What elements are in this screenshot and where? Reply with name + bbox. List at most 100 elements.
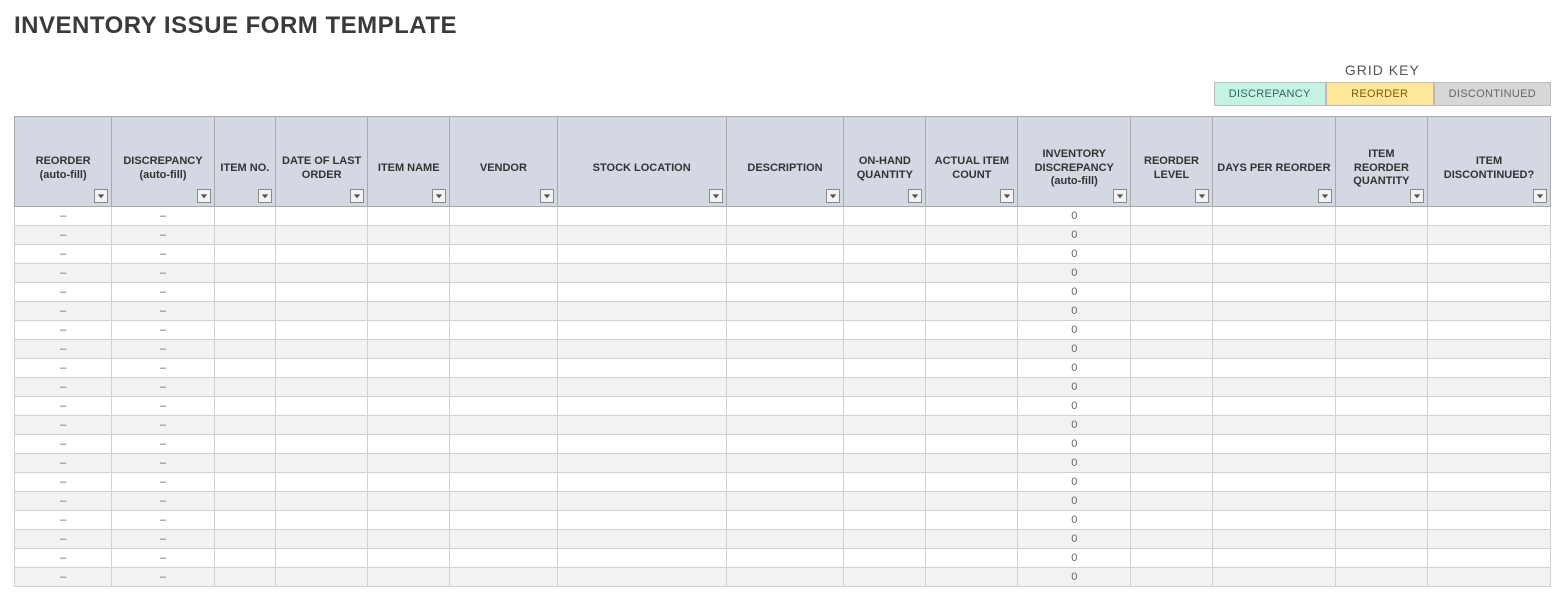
cell-stock_location[interactable] [557,435,726,454]
cell-item_no[interactable] [214,454,275,473]
cell-days_per_reorder[interactable] [1212,492,1335,511]
cell-actual_item_count[interactable] [926,511,1018,530]
cell-inv_discrepancy[interactable]: 0 [1018,473,1131,492]
column-header-on_hand_qty[interactable]: ON-HAND QUANTITY [844,117,926,207]
cell-item_name[interactable] [368,359,450,378]
cell-item_name[interactable] [368,568,450,587]
column-header-days_per_reorder[interactable]: DAYS PER REORDER [1212,117,1335,207]
cell-date_last_order[interactable] [276,454,368,473]
cell-reorder_auto[interactable]: – [15,568,112,587]
cell-item_discontinued[interactable] [1428,207,1551,226]
cell-item_name[interactable] [368,207,450,226]
cell-reorder_auto[interactable]: – [15,530,112,549]
cell-item_reorder_qty[interactable] [1335,549,1427,568]
cell-item_no[interactable] [214,245,275,264]
filter-dropdown-icon[interactable] [709,189,723,203]
cell-on_hand_qty[interactable] [844,378,926,397]
cell-date_last_order[interactable] [276,207,368,226]
cell-discrepancy_auto[interactable]: – [112,245,214,264]
cell-item_no[interactable] [214,283,275,302]
cell-days_per_reorder[interactable] [1212,549,1335,568]
cell-item_no[interactable] [214,378,275,397]
cell-discrepancy_auto[interactable]: – [112,283,214,302]
cell-stock_location[interactable] [557,207,726,226]
cell-date_last_order[interactable] [276,511,368,530]
cell-item_name[interactable] [368,530,450,549]
cell-item_no[interactable] [214,302,275,321]
cell-actual_item_count[interactable] [926,549,1018,568]
cell-item_name[interactable] [368,302,450,321]
cell-date_last_order[interactable] [276,283,368,302]
cell-actual_item_count[interactable] [926,530,1018,549]
cell-reorder_level[interactable] [1131,378,1213,397]
cell-inv_discrepancy[interactable]: 0 [1018,264,1131,283]
cell-item_reorder_qty[interactable] [1335,283,1427,302]
cell-on_hand_qty[interactable] [844,226,926,245]
filter-dropdown-icon[interactable] [1113,189,1127,203]
cell-item_no[interactable] [214,511,275,530]
cell-description[interactable] [726,416,844,435]
cell-item_reorder_qty[interactable] [1335,568,1427,587]
cell-item_no[interactable] [214,226,275,245]
cell-reorder_auto[interactable]: – [15,492,112,511]
cell-days_per_reorder[interactable] [1212,416,1335,435]
cell-actual_item_count[interactable] [926,397,1018,416]
cell-vendor[interactable] [450,492,558,511]
cell-item_no[interactable] [214,568,275,587]
cell-date_last_order[interactable] [276,549,368,568]
cell-item_discontinued[interactable] [1428,378,1551,397]
cell-vendor[interactable] [450,416,558,435]
cell-reorder_level[interactable] [1131,454,1213,473]
cell-date_last_order[interactable] [276,340,368,359]
cell-vendor[interactable] [450,283,558,302]
cell-on_hand_qty[interactable] [844,359,926,378]
cell-reorder_level[interactable] [1131,226,1213,245]
cell-item_name[interactable] [368,473,450,492]
cell-stock_location[interactable] [557,530,726,549]
cell-discrepancy_auto[interactable]: – [112,207,214,226]
cell-date_last_order[interactable] [276,416,368,435]
cell-item_discontinued[interactable] [1428,492,1551,511]
cell-reorder_level[interactable] [1131,549,1213,568]
cell-date_last_order[interactable] [276,359,368,378]
filter-dropdown-icon[interactable] [1318,189,1332,203]
cell-inv_discrepancy[interactable]: 0 [1018,454,1131,473]
cell-reorder_auto[interactable]: – [15,226,112,245]
cell-item_discontinued[interactable] [1428,454,1551,473]
cell-inv_discrepancy[interactable]: 0 [1018,435,1131,454]
cell-stock_location[interactable] [557,454,726,473]
cell-discrepancy_auto[interactable]: – [112,530,214,549]
cell-item_discontinued[interactable] [1428,359,1551,378]
cell-stock_location[interactable] [557,264,726,283]
cell-stock_location[interactable] [557,511,726,530]
cell-item_name[interactable] [368,435,450,454]
cell-item_name[interactable] [368,283,450,302]
cell-stock_location[interactable] [557,245,726,264]
cell-date_last_order[interactable] [276,321,368,340]
cell-item_reorder_qty[interactable] [1335,511,1427,530]
cell-on_hand_qty[interactable] [844,549,926,568]
cell-item_name[interactable] [368,511,450,530]
filter-dropdown-icon[interactable] [908,189,922,203]
cell-on_hand_qty[interactable] [844,245,926,264]
cell-description[interactable] [726,473,844,492]
cell-days_per_reorder[interactable] [1212,435,1335,454]
cell-item_discontinued[interactable] [1428,511,1551,530]
cell-item_discontinued[interactable] [1428,226,1551,245]
cell-actual_item_count[interactable] [926,359,1018,378]
cell-item_name[interactable] [368,492,450,511]
filter-dropdown-icon[interactable] [540,189,554,203]
filter-dropdown-icon[interactable] [1410,189,1424,203]
cell-vendor[interactable] [450,454,558,473]
cell-description[interactable] [726,549,844,568]
filter-dropdown-icon[interactable] [350,189,364,203]
cell-reorder_auto[interactable]: – [15,264,112,283]
cell-on_hand_qty[interactable] [844,530,926,549]
cell-discrepancy_auto[interactable]: – [112,397,214,416]
filter-dropdown-icon[interactable] [1195,189,1209,203]
cell-date_last_order[interactable] [276,302,368,321]
cell-description[interactable] [726,492,844,511]
cell-reorder_level[interactable] [1131,302,1213,321]
cell-item_discontinued[interactable] [1428,245,1551,264]
cell-days_per_reorder[interactable] [1212,207,1335,226]
